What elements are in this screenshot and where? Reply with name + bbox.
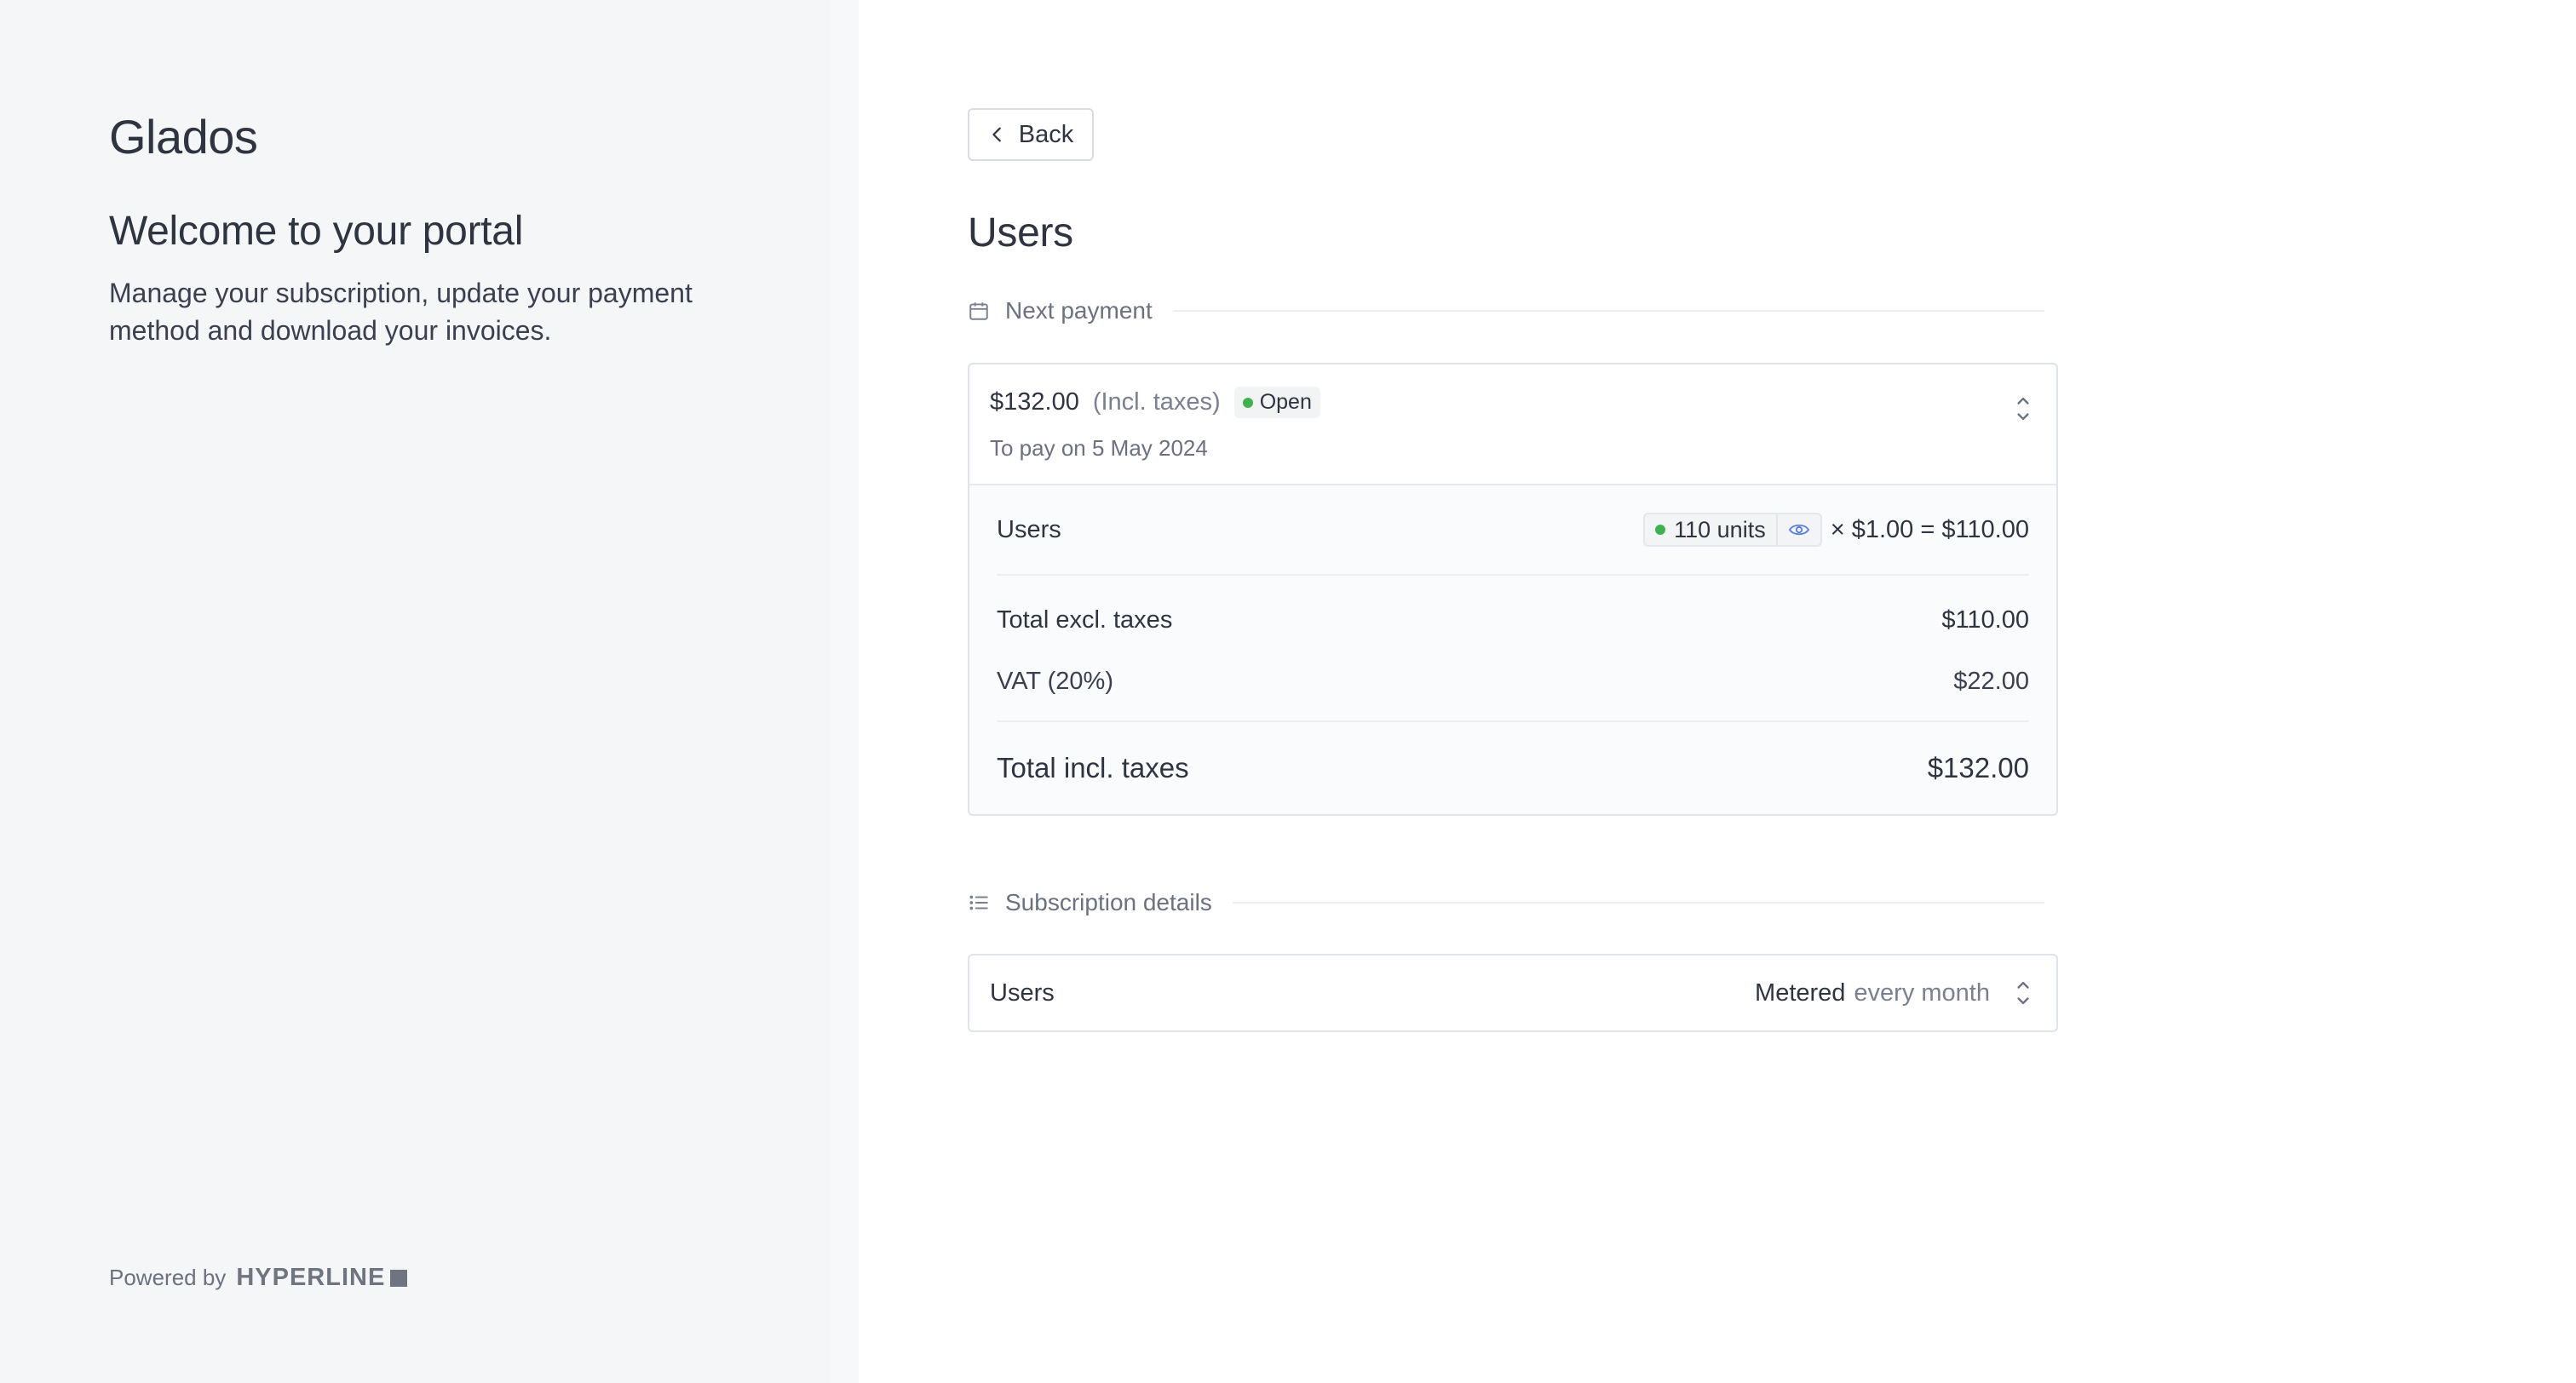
back-button-label: Back [1018, 120, 1074, 148]
vat-label: VAT (20%) [997, 667, 1113, 695]
units-count: 110 units [1645, 517, 1776, 543]
billing-type: Metered [1755, 978, 1846, 1007]
billing-frequency: every month [1854, 978, 1990, 1007]
welcome-subtitle: Manage your subscription, update your pa… [109, 278, 693, 346]
total-incl-row: Total incl. taxes $132.00 [997, 722, 2029, 814]
payment-breakdown: Users 110 units × $1.00 = $110.00 Total … [969, 484, 2056, 814]
subscription-billing: Metered every month [1755, 976, 2034, 1010]
chevron-up-down-icon[interactable] [2012, 392, 2034, 426]
total-excl-label: Total excl. taxes [997, 605, 1173, 634]
subscription-item[interactable]: Users Metered every month [968, 954, 2058, 1032]
unit-price-calc: × $1.00 = $110.00 [1830, 515, 2029, 543]
powered-by-label: Powered by [109, 1265, 227, 1290]
line-item-calc: 110 units × $1.00 = $110.00 [1643, 513, 2029, 547]
next-payment-summary[interactable]: $132.00 (Incl. taxes) Open To pay on 5 M… [969, 364, 2056, 484]
chevron-left-icon [992, 127, 1001, 142]
subscription-details-heading: Subscription details [968, 886, 2044, 920]
status-dot-icon [1242, 397, 1253, 408]
units-label: 110 units [1674, 516, 1766, 542]
line-item-name: Users [997, 515, 1061, 543]
vat-row: VAT (20%) $22.00 [997, 651, 2029, 712]
total-excl-row: Total excl. taxes $110.00 [997, 589, 2029, 651]
left-panel: Glados Welcome to your portal Manage you… [0, 0, 830, 1383]
section-divider [1172, 310, 2044, 312]
total-incl-value: $132.00 [1927, 752, 2029, 783]
status-label: Open [1259, 390, 1312, 414]
page-title: Users [968, 210, 1073, 255]
next-payment-card: $132.00 (Incl. taxes) Open To pay on 5 M… [968, 363, 2058, 816]
view-usage-button[interactable] [1775, 514, 1820, 545]
total-incl-label: Total incl. taxes [997, 752, 1189, 783]
powered-by: Powered by HYPERLINE [109, 1264, 408, 1292]
status-badge: Open [1233, 387, 1320, 418]
calendar-icon [969, 302, 988, 320]
line-item-row: Users 110 units × $1.00 = $110.00 [997, 485, 2029, 576]
vat-value: $22.00 [1953, 667, 2029, 695]
units-dot-icon [1655, 525, 1666, 535]
totals-block: Total excl. taxes $110.00 VAT (20%) $22.… [997, 576, 2029, 722]
back-button[interactable]: Back [968, 108, 1094, 161]
portal-page: Glados Welcome to your portal Manage you… [0, 0, 2576, 1383]
payment-due-date: To pay on 5 May 2024 [990, 435, 1208, 461]
logo-square-icon [390, 1269, 408, 1287]
units-pill: 110 units [1643, 513, 1822, 547]
hyperline-logo[interactable]: HYPERLINE [236, 1264, 408, 1292]
payment-amount: $132.00 [990, 388, 1079, 416]
section-divider [1232, 902, 2044, 904]
subscription-item-name: Users [990, 978, 1055, 1007]
total-excl-value: $110.00 [1941, 605, 2029, 634]
brand-name: Glados [109, 110, 258, 164]
eye-icon [1788, 524, 1809, 536]
incl-taxes-label: (Incl. taxes) [1092, 388, 1221, 416]
next-payment-heading: Next payment [968, 294, 2044, 328]
next-payment-label: Next payment [1005, 297, 1153, 324]
panel-divider [830, 0, 859, 1383]
chevron-up-down-icon[interactable] [2012, 976, 2034, 1010]
hyperline-logo-text: HYPERLINE [236, 1264, 386, 1291]
amount-row: $132.00 (Incl. taxes) Open [990, 387, 2036, 418]
welcome-title: Welcome to your portal [109, 209, 524, 254]
list-icon [969, 895, 988, 910]
subscription-details-label: Subscription details [1005, 889, 1212, 915]
